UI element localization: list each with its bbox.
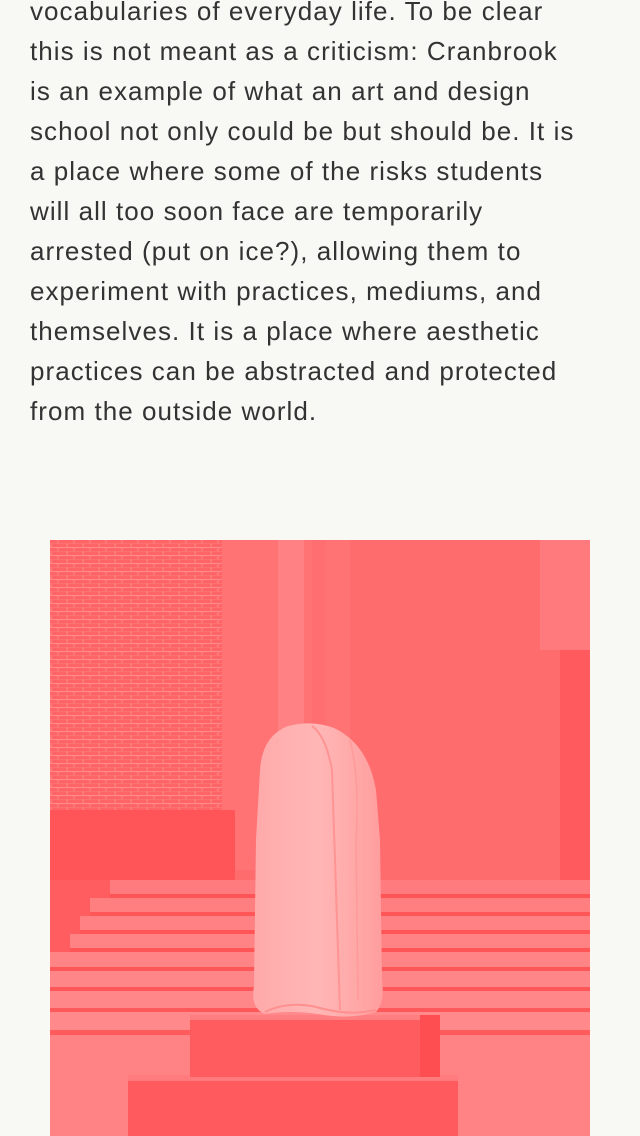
article-line: experiment with practices, mediums, and [30,276,543,306]
article-line: vocabularies of everyday life. To be cle… [30,0,544,26]
wrapped-sculpture [253,723,383,1017]
article-paragraph: vocabularies of everyday life. To be cle… [30,0,620,431]
article-line: this is not meant as a criticism: Cranbr… [30,36,558,66]
article-line: will all too soon face are temporarily [30,196,484,226]
article-line: practices can be abstracted and protecte… [30,356,558,386]
article-photo [50,540,590,1136]
article-line: school not only could be but should be. … [30,116,575,146]
article-line: themselves. It is a place where aestheti… [30,316,540,346]
article-line: is an example of what an art and design [30,76,531,106]
wrapped-sculpture-illustration [50,540,590,1136]
article-line: from the outside world. [30,396,318,426]
article-line: a place where some of the risks students [30,156,544,186]
article-line: arrested (put on ice?), allowing them to [30,236,522,266]
